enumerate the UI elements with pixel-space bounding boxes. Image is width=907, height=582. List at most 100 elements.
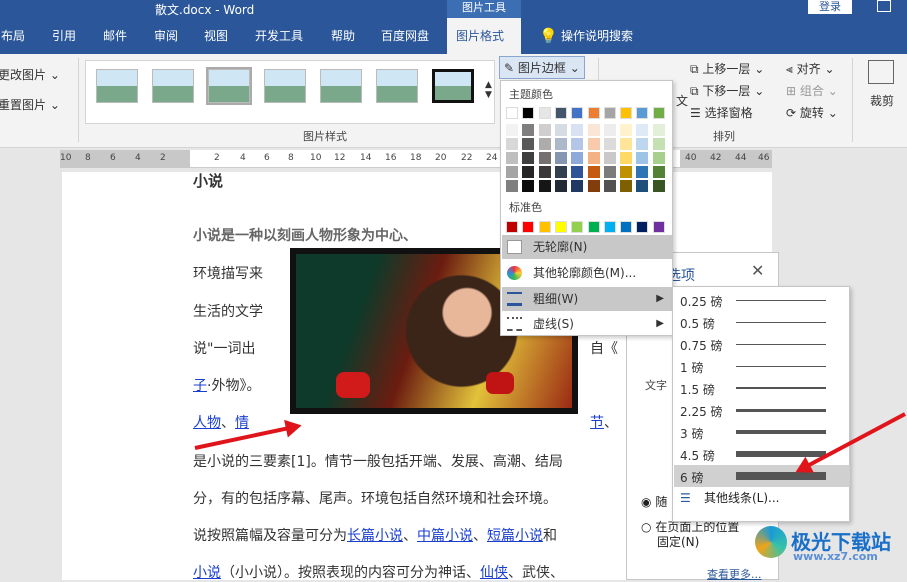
standard-color-swatch[interactable] (587, 221, 600, 233)
theme-shade-swatch[interactable] (652, 166, 665, 178)
theme-shade-swatch[interactable] (652, 138, 665, 150)
theme-shade-swatch[interactable] (538, 180, 551, 192)
theme-color-swatch[interactable] (522, 107, 535, 119)
theme-shade-swatch[interactable] (554, 180, 567, 192)
tab-references[interactable]: 引用 (43, 18, 85, 54)
doc-link[interactable]: 短篇小说 (487, 528, 543, 544)
theme-shade-swatch[interactable] (538, 138, 551, 150)
picture-style-thumb[interactable] (264, 69, 306, 103)
theme-shade-swatch[interactable] (571, 138, 584, 150)
theme-color-swatch[interactable] (620, 107, 633, 119)
standard-color-swatch[interactable] (554, 221, 567, 233)
group-button[interactable]: ⊞ 组合 ⌄ (786, 82, 838, 99)
close-icon[interactable]: ✕ (751, 261, 764, 280)
theme-shade-swatch[interactable] (636, 152, 649, 164)
theme-color-swatch[interactable] (587, 107, 600, 119)
weight-option[interactable]: 2.25 磅 (674, 399, 850, 421)
send-backward-button[interactable]: ⧉ 下移一层 ⌄ (690, 82, 764, 99)
theme-shade-swatch[interactable] (652, 152, 665, 164)
theme-shade-swatch[interactable] (620, 180, 633, 192)
tab-developer[interactable]: 开发工具 (246, 18, 312, 54)
theme-shade-swatch[interactable] (506, 166, 518, 178)
theme-color-swatch[interactable] (603, 107, 616, 119)
doc-link[interactable]: 仙侠 (480, 565, 508, 581)
theme-shade-swatch[interactable] (554, 138, 567, 150)
theme-shade-swatch[interactable] (571, 180, 584, 192)
theme-shade-swatch[interactable] (506, 124, 518, 136)
picture-style-thumb[interactable] (432, 69, 474, 103)
theme-shade-swatch[interactable] (652, 124, 665, 136)
theme-color-swatch[interactable] (554, 107, 567, 119)
doc-link[interactable]: 长篇小说 (347, 528, 403, 544)
theme-shade-swatch[interactable] (620, 166, 633, 178)
theme-shade-swatch[interactable] (620, 138, 633, 150)
standard-color-swatch[interactable] (636, 221, 649, 233)
more-outline-colors-item[interactable]: 其他轮廓颜色(M)... (502, 261, 672, 285)
picture-style-thumb[interactable] (208, 69, 250, 103)
theme-shade-swatch[interactable] (506, 138, 518, 150)
theme-shade-swatch[interactable] (522, 124, 535, 136)
tab-review[interactable]: 审阅 (145, 18, 187, 54)
theme-shade-swatch[interactable] (587, 166, 600, 178)
gallery-scroll-arrows[interactable]: ▲ ▼ (485, 80, 492, 100)
theme-shade-swatch[interactable] (554, 152, 567, 164)
standard-color-swatch[interactable] (652, 221, 665, 233)
change-picture-button[interactable]: 更改图片 ⌄ (0, 66, 60, 83)
theme-shade-swatch[interactable] (603, 138, 616, 150)
theme-shade-swatch[interactable] (636, 124, 649, 136)
tab-layout[interactable]: 布局 (0, 18, 34, 54)
weight-option[interactable]: 0.75 磅 (674, 333, 850, 355)
reset-picture-button[interactable]: 重置图片 ⌄ (0, 96, 60, 113)
theme-shade-swatch[interactable] (587, 152, 600, 164)
crop-button[interactable]: 裁剪 (870, 92, 894, 109)
selection-pane-button[interactable]: ☰ 选择窗格 (690, 104, 753, 121)
doc-link[interactable]: 节 (590, 415, 604, 431)
tab-mailings[interactable]: 邮件 (94, 18, 136, 54)
standard-color-swatch[interactable] (522, 221, 535, 233)
standard-color-swatch[interactable] (571, 221, 584, 233)
theme-shade-swatch[interactable] (522, 166, 535, 178)
weight-item[interactable]: 粗细(W) ▶ (502, 287, 672, 311)
theme-shade-swatch[interactable] (538, 152, 551, 164)
theme-color-swatch[interactable] (571, 107, 584, 119)
theme-shade-swatch[interactable] (522, 180, 535, 192)
tell-me-search[interactable]: 操作说明搜索 (552, 18, 642, 54)
theme-shade-swatch[interactable] (538, 124, 551, 136)
theme-shade-swatch[interactable] (506, 152, 518, 164)
picture-style-thumb[interactable] (376, 69, 418, 103)
theme-shade-swatch[interactable] (587, 138, 600, 150)
theme-shade-swatch[interactable] (554, 166, 567, 178)
picture-border-button[interactable]: ✎ 图片边框 ⌄ (499, 56, 585, 79)
weight-option[interactable]: 1.5 磅 (674, 377, 850, 399)
theme-shade-swatch[interactable] (620, 124, 633, 136)
doc-link[interactable]: 子 (193, 378, 207, 394)
tab-help[interactable]: 帮助 (322, 18, 364, 54)
doc-link[interactable]: 人物 (193, 415, 221, 431)
wrap-text-label[interactable]: 文 (676, 92, 688, 109)
picture-style-thumb[interactable] (320, 69, 362, 103)
standard-color-swatch[interactable] (506, 221, 518, 233)
bring-forward-button[interactable]: ⧉ 上移一层 ⌄ (690, 60, 764, 77)
theme-shade-swatch[interactable] (522, 138, 535, 150)
theme-color-swatch[interactable] (652, 107, 665, 119)
theme-shade-swatch[interactable] (571, 166, 584, 178)
theme-shade-swatch[interactable] (587, 180, 600, 192)
theme-shade-swatch[interactable] (506, 180, 518, 192)
theme-shade-swatch[interactable] (603, 180, 616, 192)
weight-option[interactable]: 6 磅 (674, 465, 850, 487)
weight-option[interactable]: 0.5 磅 (674, 311, 850, 333)
align-button[interactable]: ⫷ 对齐 ⌄ (786, 60, 835, 77)
theme-color-swatch[interactable] (538, 107, 551, 119)
login-button[interactable]: 登录 (808, 0, 852, 14)
weight-option[interactable]: 1 磅 (674, 355, 850, 377)
more-lines-item[interactable]: ☰ 其他线条(L)... (674, 487, 850, 509)
theme-shade-swatch[interactable] (538, 166, 551, 178)
theme-shade-swatch[interactable] (636, 166, 649, 178)
doc-link[interactable]: 小说 (193, 565, 221, 581)
tab-baidu-netdisk[interactable]: 百度网盘 (372, 18, 438, 54)
picture-style-thumb[interactable] (152, 69, 194, 103)
theme-shade-swatch[interactable] (571, 124, 584, 136)
dashes-item[interactable]: 虚线(S) ▶ (502, 312, 672, 336)
radio-move-with-text[interactable]: ◉ 随 (641, 493, 667, 510)
standard-color-swatch[interactable] (603, 221, 616, 233)
